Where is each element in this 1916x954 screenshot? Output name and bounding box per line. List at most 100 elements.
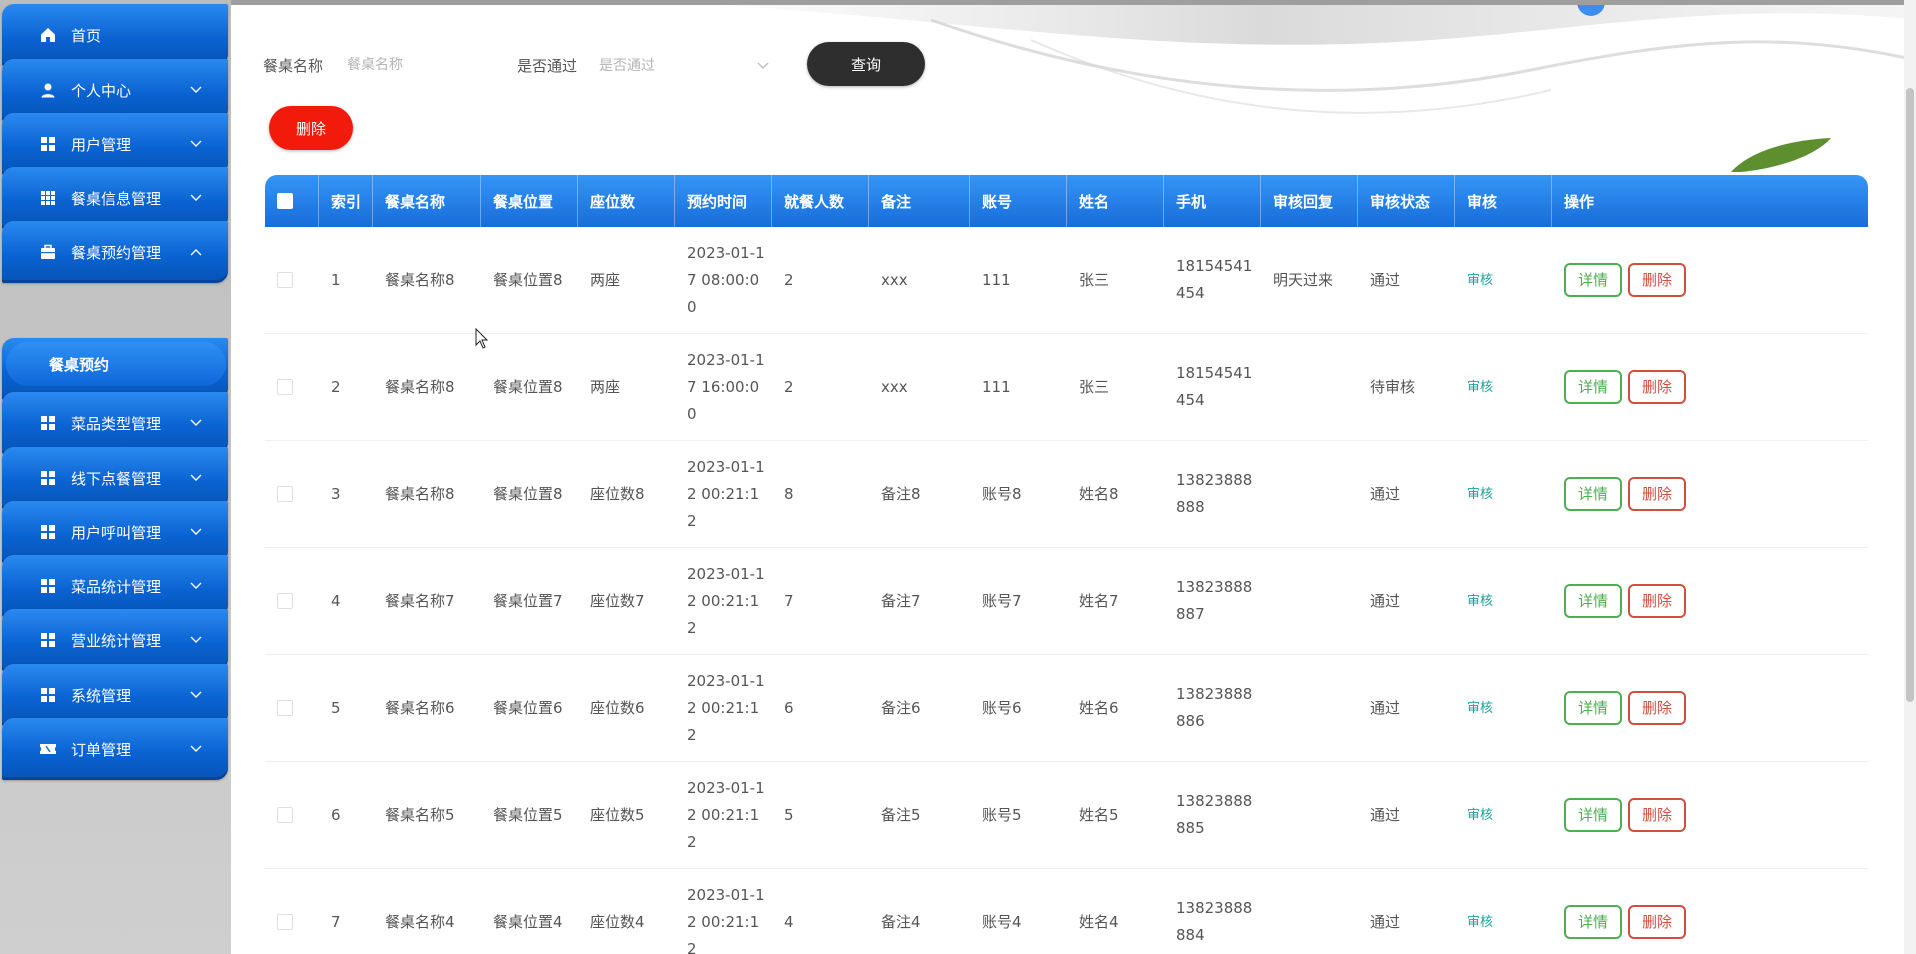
sidebar-item-label: 线下点餐管理 [71, 469, 162, 488]
header-select-all[interactable] [265, 175, 319, 227]
cell-username: 姓名4 [1079, 912, 1119, 931]
table-row: 3 餐桌名称8 餐桌位置8 座位数8 2023-01-12 00:21:12 8 备注8 账号… [265, 441, 1868, 548]
chevron-down-icon [757, 56, 769, 74]
row-checkbox[interactable] [277, 379, 293, 395]
cell-username: 张三 [1079, 377, 1110, 396]
sidebar-item-12[interactable]: 订单管理 [2, 718, 228, 780]
cell-status: 通过 [1370, 912, 1401, 931]
row-select-cell [265, 762, 319, 868]
cell-time: 2023-01-17 08:00:00 [687, 243, 765, 316]
query-button[interactable]: 查询 [807, 42, 925, 86]
grid-icon [39, 686, 57, 704]
sidebar-item-label: 菜品类型管理 [71, 414, 162, 433]
detail-button[interactable]: 详情 [1564, 477, 1622, 511]
sidebar-item-label: 餐桌信息管理 [71, 189, 162, 208]
audit-link[interactable]: 审核 [1467, 802, 1493, 829]
scrollbar-thumb[interactable] [1906, 88, 1914, 702]
detail-button[interactable]: 详情 [1564, 905, 1622, 939]
sidebar-item-7[interactable]: 线下点餐管理 [2, 447, 228, 509]
cell-name: 餐桌名称7 [385, 591, 455, 610]
pass-filter-select[interactable]: 是否通过 [599, 55, 769, 75]
cell-username: 姓名6 [1079, 698, 1119, 717]
cell-reply [1261, 655, 1358, 761]
cell-index: 4 [331, 591, 341, 610]
cell-actions: 详情 删除 [1552, 762, 1868, 868]
cell-location: 餐桌位置8 [493, 270, 563, 289]
table-name-label: 餐桌名称 [263, 56, 324, 75]
main-content: 餐桌名称 是否通过 是否通过 查询 删除 索引餐桌名称餐桌位置座位数预约时间就餐… [231, 0, 1916, 954]
row-select-cell [265, 441, 319, 547]
sidebar-item-1[interactable]: 个人中心 [2, 59, 228, 121]
row-checkbox[interactable] [277, 593, 293, 609]
detail-button[interactable]: 详情 [1564, 798, 1622, 832]
cell-name: 餐桌名称8 [385, 270, 455, 289]
cell-name: 餐桌名称5 [385, 805, 455, 824]
sidebar-item-4[interactable]: 餐桌预约管理 [2, 221, 228, 283]
cell-time: 2023-01-12 00:21:12 [687, 671, 765, 744]
sidebar-item-label: 系统管理 [71, 686, 132, 705]
row-checkbox[interactable] [277, 486, 293, 502]
cell-username: 张三 [1079, 270, 1110, 289]
sidebar-item-8[interactable]: 用户呼叫管理 [2, 501, 228, 563]
select-all-checkbox[interactable] [277, 193, 293, 209]
table-row: 5 餐桌名称6 餐桌位置6 座位数6 2023-01-12 00:21:12 6 备注6 账号… [265, 655, 1868, 762]
cell-phone: 13823888888 [1176, 471, 1253, 516]
audit-link[interactable]: 审核 [1467, 267, 1493, 294]
detail-button[interactable]: 详情 [1564, 584, 1622, 618]
audit-link[interactable]: 审核 [1467, 481, 1493, 508]
row-delete-button[interactable]: 删除 [1628, 370, 1686, 404]
chevron-down-icon [186, 413, 206, 433]
row-checkbox[interactable] [277, 807, 293, 823]
detail-button[interactable]: 详情 [1564, 370, 1622, 404]
batch-delete-button[interactable]: 删除 [269, 106, 353, 150]
column-header: 预约时间 [675, 175, 772, 227]
table-row: 7 餐桌名称4 餐桌位置4 座位数4 2023-01-12 00:21:12 4 备注4 账号… [265, 869, 1868, 954]
row-delete-button[interactable]: 删除 [1628, 798, 1686, 832]
cell-status: 通过 [1370, 805, 1401, 824]
row-delete-button[interactable]: 删除 [1628, 584, 1686, 618]
row-checkbox[interactable] [277, 272, 293, 288]
scrollbar[interactable] [1904, 0, 1916, 954]
table-header: 索引 餐桌名称 餐桌位置 座位数 预约时间 就餐人数 备注 账号 姓名 手机 审核回复 审核状态 审核操… [265, 175, 1868, 227]
sidebar-item-2[interactable]: 用户管理 [2, 113, 228, 175]
row-delete-button[interactable]: 删除 [1628, 905, 1686, 939]
sidebar-item-9[interactable]: 菜品统计管理 [2, 555, 228, 617]
cell-username: 姓名8 [1079, 484, 1119, 503]
cell-location: 餐桌位置8 [493, 377, 563, 396]
table-name-input[interactable] [347, 57, 518, 73]
row-delete-button[interactable]: 删除 [1628, 263, 1686, 297]
row-delete-button[interactable]: 删除 [1628, 691, 1686, 725]
cell-actions: 详情 删除 [1552, 441, 1868, 547]
cell-reply [1261, 548, 1358, 654]
row-select-cell [265, 227, 319, 333]
sidebar-item-home[interactable]: 首页 [2, 4, 228, 66]
row-checkbox[interactable] [277, 914, 293, 930]
column-header: 姓名 [1067, 175, 1164, 227]
cell-people: 4 [784, 912, 794, 931]
detail-button[interactable]: 详情 [1564, 691, 1622, 725]
row-delete-button[interactable]: 删除 [1628, 477, 1686, 511]
sidebar-item-6[interactable]: 菜品类型管理 [2, 392, 228, 454]
row-checkbox[interactable] [277, 700, 293, 716]
cell-people: 2 [784, 270, 794, 289]
sidebar-item-11[interactable]: 系统管理 [2, 664, 228, 726]
audit-link[interactable]: 审核 [1467, 909, 1493, 936]
detail-button[interactable]: 详情 [1564, 263, 1622, 297]
chevron-down-icon [186, 80, 206, 100]
cell-phone: 13823888886 [1176, 685, 1253, 730]
audit-link[interactable]: 审核 [1467, 374, 1493, 401]
cell-phone: 18154541454 [1176, 257, 1253, 302]
sidebar-subitem-table-reservation[interactable]: 餐桌预约 [6, 342, 226, 386]
chevron-down-icon [186, 739, 206, 759]
audit-link[interactable]: 审核 [1467, 588, 1493, 615]
sidebar-item-10[interactable]: 营业统计管理 [2, 609, 228, 671]
audit-link[interactable]: 审核 [1467, 695, 1493, 722]
sidebar-item-3[interactable]: 餐桌信息管理 [2, 167, 228, 229]
chevron-down-icon [186, 685, 206, 705]
cell-people: 2 [784, 377, 794, 396]
sidebar-item-label: 餐桌预约管理 [71, 243, 162, 262]
cell-audit: 审核 [1455, 762, 1552, 868]
decorative-swoosh [611, 0, 1916, 172]
cell-seats: 座位数4 [590, 912, 645, 931]
sidebar-item-label: 个人中心 [71, 81, 132, 100]
